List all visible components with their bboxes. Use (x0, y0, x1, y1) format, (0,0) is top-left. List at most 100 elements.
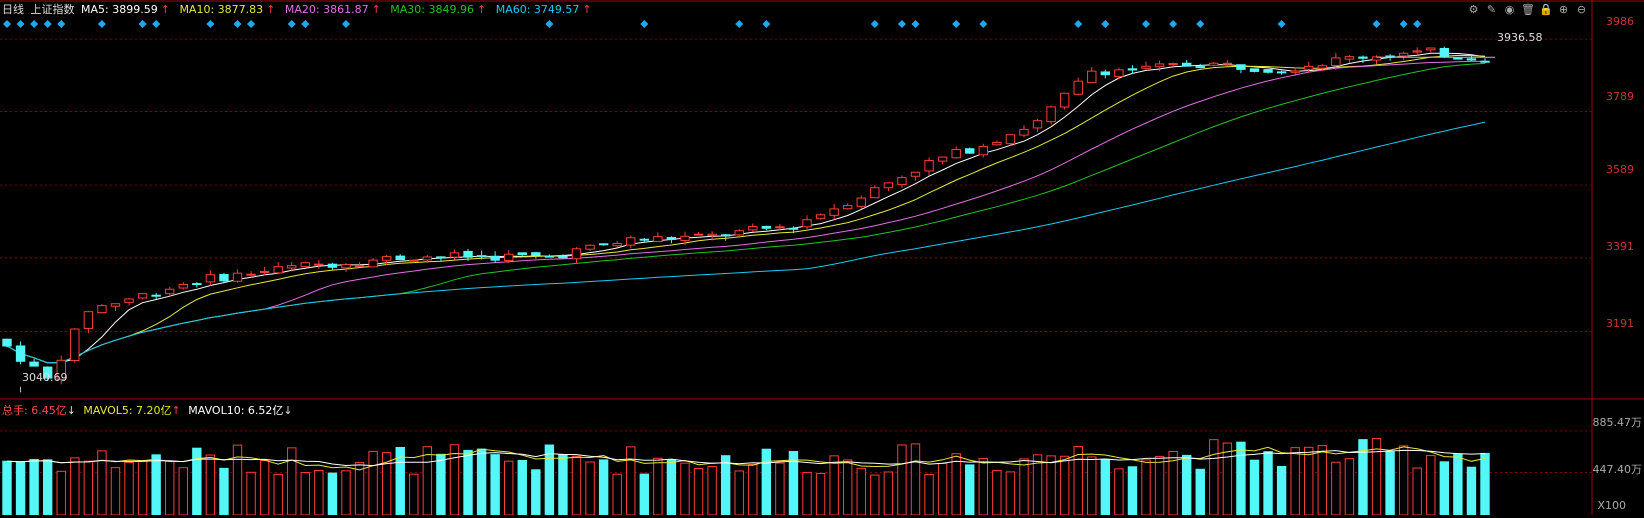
volume-bar (680, 462, 690, 516)
total-volume: 总手: 6.45亿↓ (2, 404, 76, 417)
volume-bar (517, 459, 527, 516)
event-marker (247, 20, 256, 28)
volume-bar (612, 473, 622, 516)
mavol5-line (6, 446, 1486, 471)
candle-body (1222, 62, 1233, 65)
mavol10-line (6, 449, 1486, 467)
ma60-value: MA60: 3749.57 ↑ (495, 3, 592, 16)
volume-bar (1019, 458, 1029, 516)
candle-body (2, 338, 12, 347)
volume-bar (314, 470, 324, 516)
volume-bar (449, 444, 460, 516)
main-indicator-header: 日线 上证指数 MA5: 3899.59 ↑ MA10: 3877.83 ↑ MA2… (2, 3, 598, 17)
candle-body (368, 259, 378, 268)
chart-canvas[interactable] (0, 0, 1644, 516)
volume-bar (15, 461, 26, 516)
volume-bar (151, 454, 161, 516)
eye-icon[interactable]: ◉ (1503, 3, 1516, 16)
zoom-in-icon[interactable]: ⊕ (1557, 3, 1570, 16)
volume-bar (965, 464, 975, 516)
volume-bar (666, 459, 677, 516)
candle-body (259, 271, 270, 274)
event-marker (1169, 20, 1178, 28)
volume-bar (978, 458, 988, 516)
candle-body (693, 233, 704, 236)
volume-bar (558, 453, 568, 516)
candle-body (1019, 128, 1029, 136)
candle-body (1127, 68, 1138, 71)
volume-bar (341, 470, 351, 516)
candle-body (15, 345, 26, 362)
volume-bar (1331, 461, 1341, 516)
event-marker (1142, 20, 1151, 28)
volume-bar (1304, 446, 1314, 516)
candle-body (1046, 106, 1056, 123)
volume-bar (232, 444, 243, 516)
candle-body (137, 293, 148, 299)
candle-body (83, 311, 94, 329)
volume-bar (70, 457, 80, 516)
candle-body (720, 234, 731, 237)
candle-body (842, 205, 853, 210)
volume-bar (653, 457, 663, 516)
volume-bar (1453, 453, 1463, 516)
candle-body (1005, 134, 1016, 145)
volume-bar (571, 455, 582, 516)
volume-bar (544, 444, 555, 516)
event-marker (1372, 20, 1381, 28)
candle-body (110, 303, 121, 307)
lock-icon[interactable]: 🔒 (1539, 3, 1553, 16)
ma5-line (6, 52, 1486, 364)
zoom-out-icon[interactable]: ⊖ (1575, 3, 1588, 16)
candle-body (1100, 71, 1111, 76)
volume-bar (829, 455, 839, 516)
volume-bar (883, 471, 894, 516)
volume-bar (924, 473, 934, 516)
candle-body (897, 177, 907, 185)
candle-body (910, 171, 921, 177)
volume-bar (1371, 438, 1382, 516)
volume-bar (910, 443, 921, 516)
candle-body (1236, 64, 1246, 70)
event-marker (545, 20, 554, 28)
event-marker (3, 20, 11, 28)
candle-body (829, 208, 839, 216)
volume-bar (287, 447, 297, 516)
volume-bar (856, 467, 866, 516)
event-marker (1413, 20, 1422, 28)
event-marker (43, 20, 52, 28)
draw-icon[interactable]: ✎ (1485, 3, 1498, 16)
period-label[interactable]: 日线 (2, 3, 24, 16)
trash-icon[interactable]: 🗑 (1521, 3, 1535, 16)
volume-bar (504, 460, 514, 516)
settings-icon[interactable]: ⚙ (1467, 3, 1480, 16)
candle-body (1453, 57, 1463, 60)
volume-bar (1005, 471, 1016, 516)
volume-bar (490, 454, 500, 516)
volume-bar (422, 446, 433, 516)
candle-body (1059, 92, 1070, 108)
ma20-line (6, 60, 1485, 364)
candle-body (585, 244, 595, 250)
candle-body (476, 255, 487, 258)
index-name[interactable]: 上证指数 (31, 3, 75, 16)
volume-bar (83, 460, 94, 516)
kline-chart[interactable] (0, 0, 1644, 516)
volume-bar (775, 462, 785, 516)
candle-body (449, 252, 460, 258)
volume-bar (368, 450, 378, 516)
price-tick-2: 3589 (1606, 163, 1634, 176)
candle-body (965, 148, 975, 154)
event-marker (233, 20, 242, 28)
volume-bar (205, 454, 216, 516)
volume-bar (1181, 454, 1192, 516)
volume-indicator-header: 总手: 6.45亿↓ MAVOL5: 7.20亿↑ MAVOL10: 6.52亿… (2, 404, 293, 418)
volume-bar (1195, 468, 1205, 516)
volume-bar (1059, 455, 1070, 516)
ma10-value: MA10: 3877.83 ↑ (179, 3, 276, 16)
event-marker (1074, 20, 1083, 28)
candle-body (395, 255, 405, 261)
candle-body (734, 230, 744, 236)
candle-body (151, 294, 161, 297)
volume-bar (2, 460, 12, 516)
